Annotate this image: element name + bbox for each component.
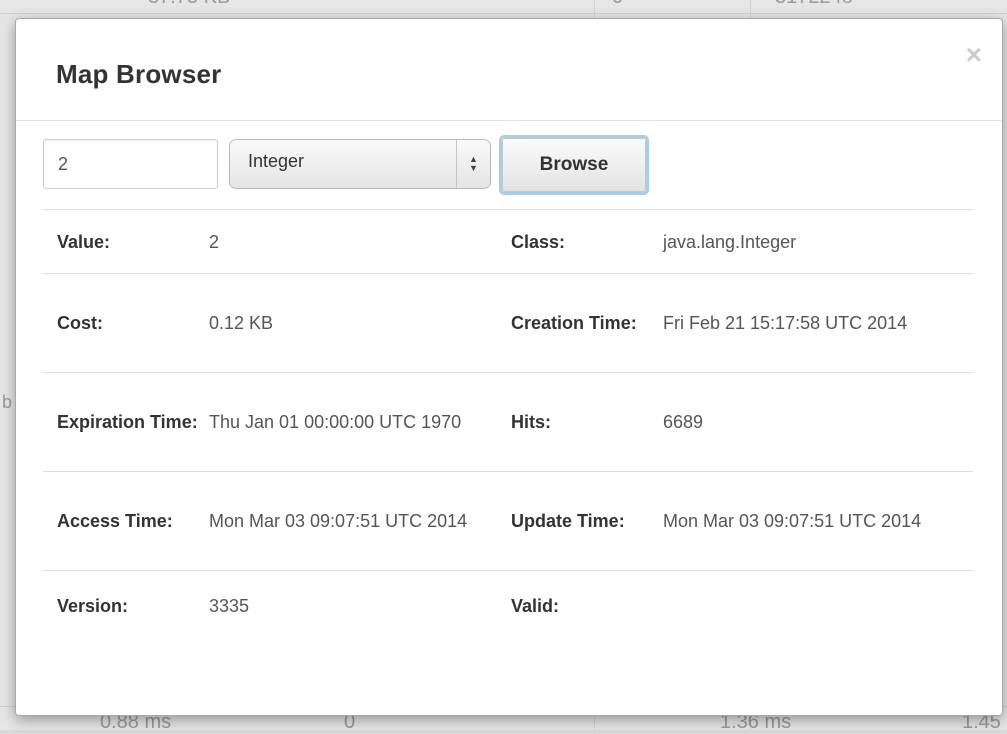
valid-label: Valid: (511, 570, 663, 645)
modal-header: Map Browser × (16, 19, 1002, 121)
expiration-time-label: Expiration Time: (43, 372, 209, 472)
select-arrows-icon: ▲ ▼ (456, 140, 490, 188)
type-select-value: Integer (248, 151, 305, 171)
type-select[interactable]: Integer ▲ ▼ (229, 139, 491, 189)
cost-label: Cost: (43, 273, 209, 373)
map-browser-modal: Map Browser × Integer ▲▼ Browse Value: 2… (15, 18, 1003, 716)
background-cell: 0 (612, 0, 623, 9)
version-label: Version: (43, 570, 209, 645)
background-cell: 37.73 KB (148, 0, 230, 9)
entry-details-table: Value: 2 Class: java.lang.Integer Cost: … (43, 209, 973, 645)
valid-value (663, 570, 973, 645)
value-label: Value: (43, 209, 209, 274)
class-label: Class: (511, 209, 663, 274)
browse-button[interactable]: Browse (499, 135, 649, 195)
access-time-label: Access Time: (43, 471, 209, 571)
browse-form: Integer ▲▼ Browse (43, 135, 973, 195)
table-row: Expiration Time: Thu Jan 01 00:00:00 UTC… (43, 372, 973, 472)
value-value: 2 (209, 209, 511, 274)
class-value: java.lang.Integer (663, 209, 973, 274)
expiration-time-value: Thu Jan 01 00:00:00 UTC 1970 (209, 372, 511, 472)
cost-value: 0.12 KB (209, 273, 511, 373)
hits-value: 6689 (663, 372, 973, 472)
hits-label: Hits: (511, 372, 663, 472)
version-value: 3335 (209, 570, 511, 645)
creation-time-value: Fri Feb 21 15:17:58 UTC 2014 (663, 273, 973, 373)
close-icon[interactable]: × (966, 41, 982, 69)
background-cell: 3172248 (775, 0, 853, 9)
table-row: Cost: 0.12 KB Creation Time: Fri Feb 21 … (43, 273, 973, 373)
access-time-value: Mon Mar 03 09:07:51 UTC 2014 (209, 471, 511, 571)
key-input[interactable] (43, 139, 218, 189)
update-time-value: Mon Mar 03 09:07:51 UTC 2014 (663, 471, 973, 571)
background-table-row: 37.73 KB 0 3172248 (0, 0, 1007, 14)
table-row: Version: 3335 Valid: (43, 570, 973, 645)
update-time-label: Update Time: (511, 471, 663, 571)
modal-title: Map Browser (56, 59, 222, 89)
table-row: Value: 2 Class: java.lang.Integer (43, 209, 973, 274)
background-fragment: b (2, 392, 13, 412)
creation-time-label: Creation Time: (511, 273, 663, 373)
table-row: Access Time: Mon Mar 03 09:07:51 UTC 201… (43, 471, 973, 571)
